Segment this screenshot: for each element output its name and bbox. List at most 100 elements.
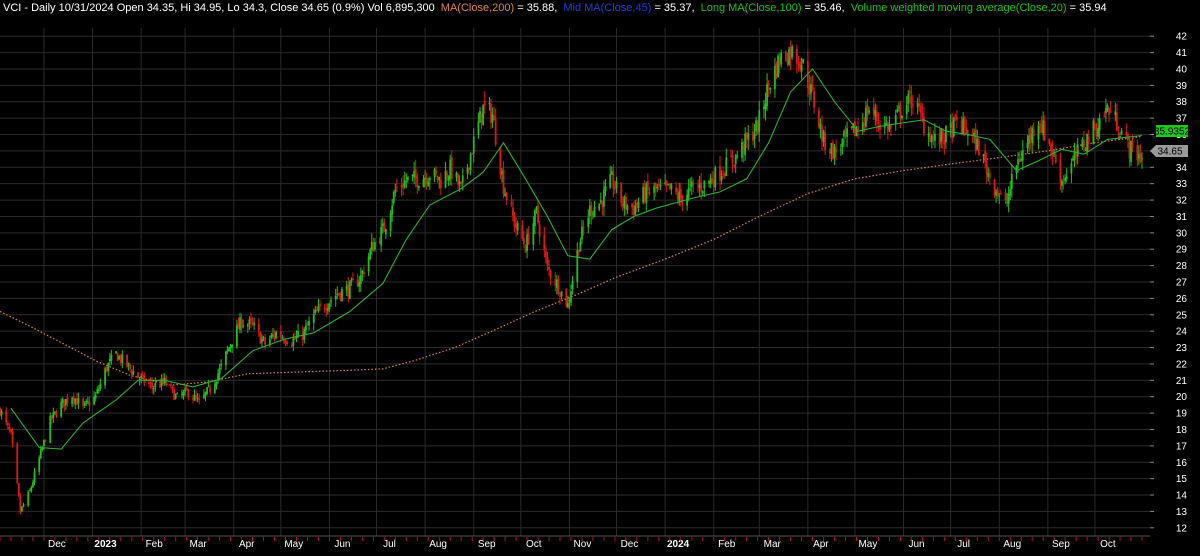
candle-body <box>272 334 274 336</box>
x-tick-label: Aug <box>1003 539 1021 550</box>
candle-body <box>1097 127 1099 137</box>
y-tick-label: 12 <box>1176 523 1188 534</box>
candle-body <box>348 281 351 299</box>
candle-body <box>502 169 505 195</box>
candle-body <box>582 226 585 228</box>
candle-body <box>204 392 207 396</box>
candle-body <box>973 132 976 136</box>
candle-body <box>610 171 613 175</box>
candle-body <box>675 187 678 193</box>
candle-body <box>813 91 816 108</box>
candle-body <box>679 188 682 199</box>
candle-body <box>39 449 42 459</box>
candle-body <box>648 191 651 194</box>
candle-body <box>681 195 684 204</box>
candle-body <box>938 133 941 145</box>
candle-body <box>1128 141 1131 159</box>
candle-body <box>866 105 869 116</box>
candle-body <box>863 123 866 126</box>
candle-body <box>817 110 820 127</box>
candle-body <box>984 151 987 162</box>
x-tick-label: Mar <box>764 539 782 550</box>
candle-body <box>763 106 765 110</box>
x-tick-label: Apr <box>813 539 829 550</box>
candle-body <box>38 457 41 472</box>
candle-body <box>33 471 36 483</box>
candle-body <box>182 391 185 396</box>
candle-body <box>752 131 754 141</box>
candle-body <box>797 64 800 66</box>
candle-body <box>1009 189 1012 196</box>
candle-body <box>493 115 496 121</box>
candle-body <box>501 171 503 175</box>
candle-body <box>1007 193 1010 204</box>
candle-body <box>405 180 408 182</box>
candle-body <box>121 354 124 364</box>
candle-body <box>764 103 767 110</box>
candle-body <box>676 193 679 200</box>
candle-body <box>1098 118 1101 131</box>
candle-body <box>193 394 196 401</box>
y-tick-label: 33 <box>1176 179 1188 190</box>
candle-body <box>195 395 197 398</box>
candle-body <box>264 337 267 345</box>
candle-body <box>645 184 648 203</box>
candle-body <box>874 110 877 117</box>
candle-body <box>795 48 798 64</box>
candle-body <box>235 325 238 347</box>
candle-body <box>460 181 463 184</box>
y-tick-label: 32 <box>1176 196 1188 207</box>
candle-body <box>1018 158 1021 163</box>
candle-body <box>949 123 952 128</box>
candle-body <box>1092 120 1095 144</box>
candle-body <box>17 483 20 497</box>
close-badge-value: 34.65 <box>1157 147 1182 158</box>
candle-body <box>55 413 58 417</box>
candle-body <box>369 249 372 259</box>
candle-body <box>187 389 190 398</box>
candle-body <box>1073 151 1076 160</box>
candle-body <box>745 132 748 139</box>
candle-body <box>960 120 963 134</box>
candle-body <box>214 383 216 393</box>
candle-body <box>97 388 100 391</box>
candle-body <box>337 293 340 295</box>
candle-body <box>417 186 420 188</box>
x-tick-label: Feb <box>718 539 736 550</box>
candle-body <box>383 222 386 232</box>
candle-body <box>325 309 328 311</box>
candle-body <box>689 184 692 186</box>
candle-body <box>137 372 139 379</box>
candle-body <box>427 181 430 187</box>
candle-body <box>634 205 637 215</box>
candle-body <box>1026 143 1029 148</box>
candle-body <box>601 201 604 207</box>
price-chart[interactable]: 4241403938373635343332313029282726252423… <box>0 0 1200 556</box>
candle-body <box>1010 173 1013 189</box>
candle-body <box>242 325 245 327</box>
candle-body <box>477 121 480 135</box>
candle-body <box>998 195 1001 197</box>
x-tick-label: May <box>284 539 303 550</box>
candle-body <box>516 223 519 231</box>
candle-body <box>16 443 19 483</box>
candle-body <box>668 183 671 190</box>
candle-body <box>886 122 889 132</box>
candle-body <box>229 345 232 349</box>
candle-body <box>74 398 77 404</box>
candle-body <box>609 174 612 188</box>
y-tick-label: 21 <box>1176 376 1188 387</box>
candle-body <box>449 159 452 179</box>
candle-body <box>1137 154 1140 159</box>
candle-body <box>1136 145 1139 161</box>
candle-body <box>27 491 30 506</box>
candle-body <box>987 173 990 178</box>
candle-body <box>99 383 102 389</box>
candle-body <box>774 65 776 90</box>
candle-body <box>85 400 88 403</box>
x-tick-label: Jul <box>957 539 970 550</box>
candle-body <box>455 172 458 178</box>
candle-body <box>148 382 150 384</box>
candle-body <box>977 139 980 156</box>
candle-body <box>822 131 825 142</box>
